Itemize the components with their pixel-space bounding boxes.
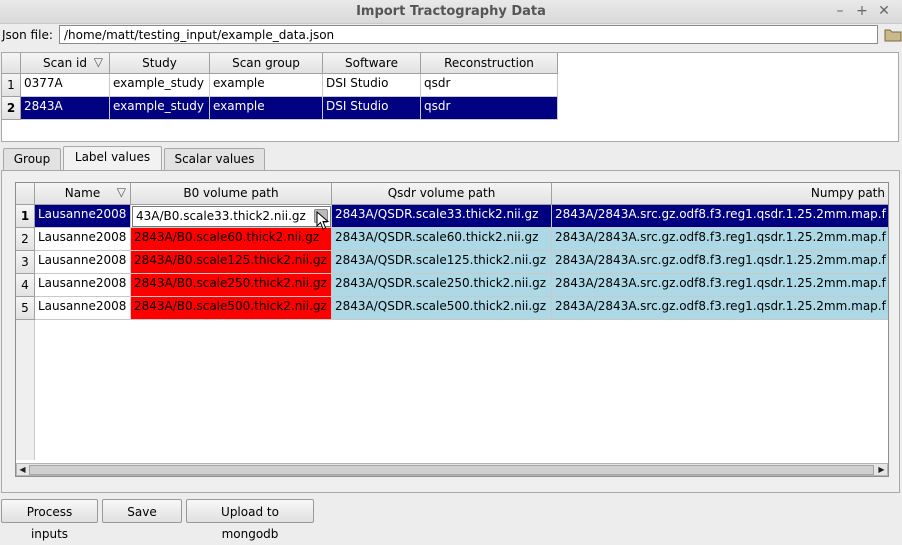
close-icon[interactable]: ✕	[876, 3, 892, 19]
table-cell[interactable]: 2843A	[21, 97, 110, 120]
table-cell[interactable]: Lausanne2008	[35, 251, 131, 274]
table-cell[interactable]: 2843A/QSDR.scale125.thick2.nii.gz	[332, 251, 552, 274]
column-header-reconstruction[interactable]: Reconstruction	[421, 53, 558, 74]
row-header[interactable]: 4	[16, 274, 35, 297]
table-cell[interactable]: 2843A/QSDR.scale250.thick2.nii.gz	[332, 274, 552, 297]
row-header[interactable]: 3	[16, 251, 35, 274]
table-cell[interactable]: 2843A/2843A.src.gz.odf8.f3.reg1.qsdr.1.2…	[552, 205, 888, 228]
table-cell[interactable]: 2843A/2843A.src.gz.odf8.f3.reg1.qsdr.1.2…	[552, 251, 888, 274]
tab-group[interactable]: Group	[3, 148, 61, 170]
scans-table: Scan id ▽ Study Scan group Software Reco…	[1, 52, 899, 142]
label-values-pane: Name ▽ B0 volume path Qsdr volume path N…	[1, 170, 900, 493]
column-header-numpy-path[interactable]: Numpy path	[552, 183, 888, 205]
json-file-row: Json file:	[0, 24, 902, 46]
column-header-scan-id[interactable]: Scan id ▽	[21, 53, 110, 74]
table-cell[interactable]: qsdr	[421, 97, 558, 120]
row-header[interactable]: 1	[16, 205, 35, 228]
table-cell[interactable]: 2843A/B0.scale125.thick2.nii.gz	[131, 251, 332, 274]
tab-scalar-values[interactable]: Scalar values	[164, 148, 265, 170]
table-cell[interactable]: example_study	[110, 74, 210, 97]
sort-indicator-icon: ▽	[93, 55, 103, 69]
table-cell[interactable]: DSI Studio	[323, 74, 421, 97]
table-cell[interactable]: Lausanne2008	[35, 205, 131, 228]
table-cell[interactable]: 0377A	[21, 74, 110, 97]
folder-icon[interactable]	[884, 27, 902, 42]
table-cell[interactable]: 2843A/2843A.src.gz.odf8.f3.reg1.qsdr.1.2…	[552, 274, 888, 297]
table-corner	[2, 53, 21, 74]
column-header-software[interactable]: Software	[323, 53, 421, 74]
table-cell[interactable]: qsdr	[421, 74, 558, 97]
minimize-icon[interactable]: –	[832, 3, 848, 19]
row-header[interactable]: 5	[16, 297, 35, 320]
b0-path-combo-editor[interactable]: 43A/B0.scale33.thick2.nii.gz	[132, 206, 331, 227]
column-header-qsdr-volume-path[interactable]: Qsdr volume path	[332, 183, 552, 205]
table-cell[interactable]: 2843A/2843A.src.gz.odf8.f3.reg1.qsdr.1.2…	[552, 228, 888, 251]
table-cell[interactable]: Lausanne2008	[35, 297, 131, 320]
scroll-right-icon[interactable]: ▶	[876, 465, 887, 475]
horizontal-scrollbar[interactable]: ◀ ▶	[16, 463, 888, 476]
table-cell[interactable]: DSI Studio	[323, 97, 421, 120]
table-cell[interactable]: 2843A/QSDR.scale500.thick2.nii.gz	[332, 297, 552, 320]
table-cell[interactable]: 2843A/QSDR.scale33.thick2.nii.gz	[332, 205, 552, 228]
table-cell[interactable]: example	[210, 97, 323, 120]
table-cell[interactable]: Lausanne2008	[35, 228, 131, 251]
row-header-gutter	[16, 320, 35, 460]
table-cell[interactable]: 2843A/B0.scale250.thick2.nii.gz	[131, 274, 332, 297]
process-inputs-button[interactable]: Process inputs	[1, 499, 98, 541]
scrollbar-thumb[interactable]	[29, 465, 874, 475]
table-cell[interactable]: Lausanne2008	[35, 274, 131, 297]
maximize-icon[interactable]: +	[854, 3, 870, 19]
row-header[interactable]: 2	[2, 97, 21, 120]
row-header[interactable]: 1	[2, 74, 21, 97]
scroll-left-icon[interactable]: ◀	[17, 465, 28, 475]
upload-to-mongodb-button[interactable]: Upload to mongodb	[186, 499, 314, 541]
table-cell[interactable]: 2843A/QSDR.scale60.thick2.nii.gz	[332, 228, 552, 251]
json-file-input[interactable]	[59, 25, 878, 44]
save-button[interactable]: Save	[102, 499, 182, 523]
table-cell[interactable]: example	[210, 74, 323, 97]
label-values-table: Name ▽ B0 volume path Qsdr volume path N…	[15, 182, 889, 477]
column-header-b0-volume-path[interactable]: B0 volume path	[131, 183, 332, 205]
table-cell[interactable]: example_study	[110, 97, 210, 120]
table-cell[interactable]: 2843A/2843A.src.gz.odf8.f3.reg1.qsdr.1.2…	[552, 297, 888, 320]
window-title: Import Tractography Data	[356, 4, 546, 19]
title-bar: Import Tractography Data – + ✕	[0, 0, 902, 24]
column-header-scan-group[interactable]: Scan group	[210, 53, 323, 74]
mouse-cursor-icon	[316, 211, 330, 230]
sort-indicator-icon: ▽	[116, 185, 126, 199]
column-header-name[interactable]: Name ▽	[35, 183, 131, 205]
column-header-study[interactable]: Study	[110, 53, 210, 74]
table-cell[interactable]: 2843A/B0.scale60.thick2.nii.gz	[131, 228, 332, 251]
row-header[interactable]: 2	[16, 228, 35, 251]
json-file-label: Json file:	[2, 28, 53, 42]
table-corner	[16, 183, 35, 205]
table-cell[interactable]: 2843A/B0.scale500.thick2.nii.gz	[131, 297, 332, 320]
tab-label-values[interactable]: Label values	[63, 146, 162, 171]
